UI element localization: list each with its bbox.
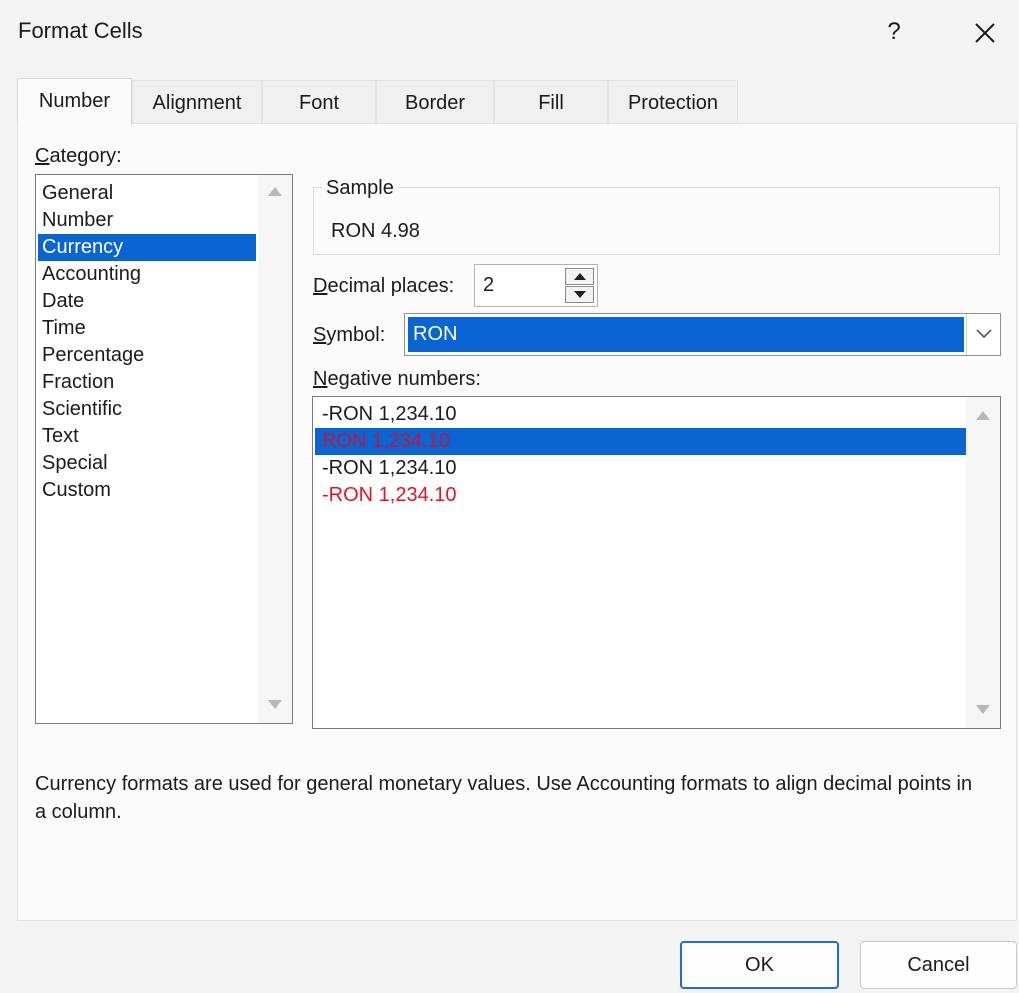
negative-numbers-label: Negative numbers:: [313, 368, 481, 391]
category-item-currency[interactable]: Currency: [38, 234, 256, 261]
category-label-text: ategory:: [49, 145, 122, 167]
decimal-places-spin-buttons: [565, 268, 594, 303]
category-label-accel: C: [35, 145, 50, 167]
tab-number[interactable]: Number: [17, 78, 132, 125]
negative-numbers-list[interactable]: -RON 1,234.10 RON 1,234.10 -RON 1,234.10…: [312, 396, 1001, 729]
title-bar: Format Cells ?: [0, 0, 1019, 66]
symbol-dropdown[interactable]: RON: [404, 313, 1001, 356]
negative-format-item-red[interactable]: -RON 1,234.10: [315, 482, 966, 509]
negative-numbers-scrollbar[interactable]: [966, 397, 1000, 728]
category-scrollbar[interactable]: [258, 175, 292, 723]
category-list[interactable]: General Number Currency Accounting Date …: [35, 174, 293, 724]
decimal-places-label-accel: D: [313, 275, 328, 297]
category-item-accounting[interactable]: Accounting: [38, 261, 256, 288]
ok-button[interactable]: OK: [680, 941, 839, 989]
tab-fill[interactable]: Fill: [494, 80, 608, 124]
symbol-label-accel: S: [313, 324, 327, 346]
category-item-percentage[interactable]: Percentage: [38, 342, 256, 369]
tab-font[interactable]: Font: [262, 80, 376, 124]
category-item-number[interactable]: Number: [38, 207, 256, 234]
negative-format-item[interactable]: -RON 1,234.10: [315, 455, 966, 482]
close-button[interactable]: [960, 12, 1010, 52]
scroll-up-icon[interactable]: [976, 411, 990, 420]
symbol-dropdown-button[interactable]: [966, 314, 1000, 355]
category-item-fraction[interactable]: Fraction: [38, 369, 256, 396]
category-label: Category:: [35, 145, 122, 168]
tab-border[interactable]: Border: [376, 80, 494, 124]
negative-format-item[interactable]: -RON 1,234.10: [315, 401, 966, 428]
increment-icon[interactable]: [565, 268, 594, 285]
category-item-general[interactable]: General: [38, 180, 256, 207]
chevron-down-icon: [976, 329, 992, 339]
scroll-up-icon[interactable]: [268, 187, 282, 196]
cancel-button[interactable]: Cancel: [860, 941, 1017, 989]
category-item-scientific[interactable]: Scientific: [38, 396, 256, 423]
decimal-places-label: Decimal places:: [313, 275, 454, 298]
negative-numbers-label-text: egative numbers:: [327, 368, 481, 390]
scroll-down-icon[interactable]: [268, 700, 282, 709]
decrement-icon[interactable]: [565, 286, 594, 303]
tab-alignment[interactable]: Alignment: [132, 80, 262, 124]
dialog-title: Format Cells: [18, 18, 143, 43]
tab-protection[interactable]: Protection: [608, 80, 738, 124]
close-icon: [975, 23, 995, 43]
category-item-time[interactable]: Time: [38, 315, 256, 342]
sample-value: RON 4.98: [331, 220, 420, 242]
category-item-custom[interactable]: Custom: [38, 477, 256, 504]
sample-legend: Sample: [322, 177, 398, 200]
decimal-places-value[interactable]: 2: [483, 274, 494, 297]
negative-format-item-selected[interactable]: RON 1,234.10: [315, 428, 966, 455]
category-item-date[interactable]: Date: [38, 288, 256, 315]
scroll-down-icon[interactable]: [976, 705, 990, 714]
symbol-label-text: ymbol:: [326, 324, 386, 346]
decimal-places-stepper[interactable]: 2: [474, 264, 598, 307]
decimal-places-label-text: ecimal places:: [327, 275, 455, 297]
help-button[interactable]: ?: [872, 14, 916, 50]
category-item-text[interactable]: Text: [38, 423, 256, 450]
symbol-label: Symbol:: [313, 324, 385, 347]
category-item-special[interactable]: Special: [38, 450, 256, 477]
negative-numbers-label-accel: N: [313, 368, 328, 390]
format-description: Currency formats are used for general mo…: [35, 773, 973, 823]
symbol-selected-value[interactable]: RON: [408, 317, 964, 352]
